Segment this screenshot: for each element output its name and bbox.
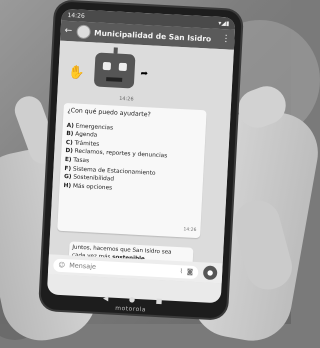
message-timestamp: 14:26 xyxy=(183,227,197,234)
menu-item-text: Sostenibilidad xyxy=(73,174,115,183)
message-timestamp: 14:26 xyxy=(119,95,134,103)
back-arrow-icon[interactable]: ← xyxy=(64,26,72,36)
chat-area: ✋ ➦ 14:26 ¿Con qué puedo ayudarte? A) Em… xyxy=(47,40,234,284)
avatar[interactable] xyxy=(75,24,91,40)
menu-item-key: E) xyxy=(64,156,72,164)
robot-mouth xyxy=(106,77,123,82)
menu-item-key: H) xyxy=(63,182,72,190)
smartphone: 14:26 ▾◢▮ ← Municipalidad de San Isidro … xyxy=(40,1,242,319)
emoji-icon[interactable]: ☺ xyxy=(58,261,65,269)
status-time: 14:26 xyxy=(67,11,85,20)
nav-home-icon[interactable]: ● xyxy=(129,296,136,306)
menu-item-key: A) xyxy=(66,122,74,130)
input-placeholder: Mensaje xyxy=(68,261,97,271)
message-input[interactable]: ☺ Mensaje ⌇ ◙ xyxy=(53,258,199,279)
nav-back-icon[interactable]: ◀ xyxy=(103,294,109,304)
menu-item-text: Agenda xyxy=(74,131,98,139)
menu-dots-icon[interactable]: ⋮ xyxy=(221,34,231,44)
phone-brand: motorola xyxy=(115,304,147,314)
share-icon[interactable]: ➦ xyxy=(140,69,148,79)
menu-message-bubble: ¿Con qué puedo ayudarte? A) Emergencias B… xyxy=(57,102,207,239)
camera-icon[interactable]: ◙ xyxy=(187,268,194,276)
menu-item-key: F) xyxy=(64,165,72,172)
menu-item-text: Tasas xyxy=(73,157,90,165)
attach-icon[interactable]: ⌇ xyxy=(180,267,184,275)
mic-icon[interactable]: ● xyxy=(202,265,218,281)
menu-item-key: C) xyxy=(65,139,73,147)
message-input-bar: ☺ Mensaje ⌇ ◙ ● xyxy=(47,254,223,284)
menu-item-text: Trámites xyxy=(74,140,100,148)
wave-hand-icon: ✋ xyxy=(68,65,86,81)
status-icons: ▾◢▮ xyxy=(218,19,230,27)
nav-recent-icon[interactable]: ■ xyxy=(155,297,162,307)
menu-item-key: D) xyxy=(65,148,73,155)
robot-eye-left xyxy=(102,61,112,71)
chat-title[interactable]: Municipalidad de San Isidro xyxy=(94,28,218,43)
phone-screen: 14:26 ▾◢▮ ← Municipalidad de San Isidro … xyxy=(46,8,236,304)
robot-icon xyxy=(93,47,136,89)
robot-eye-right xyxy=(118,62,128,72)
menu-item-key: B) xyxy=(66,131,74,138)
menu-item-key: G) xyxy=(63,174,72,181)
menu-list: A) Emergencias B) Agenda C) Trámites D) Rec… xyxy=(63,122,201,198)
menu-question: ¿Con qué puedo ayudarte? xyxy=(67,107,151,119)
robot-antenna xyxy=(113,47,118,54)
menu-item-text: Más opciones xyxy=(72,183,113,192)
menu-item-text: Emergencias xyxy=(75,123,114,132)
